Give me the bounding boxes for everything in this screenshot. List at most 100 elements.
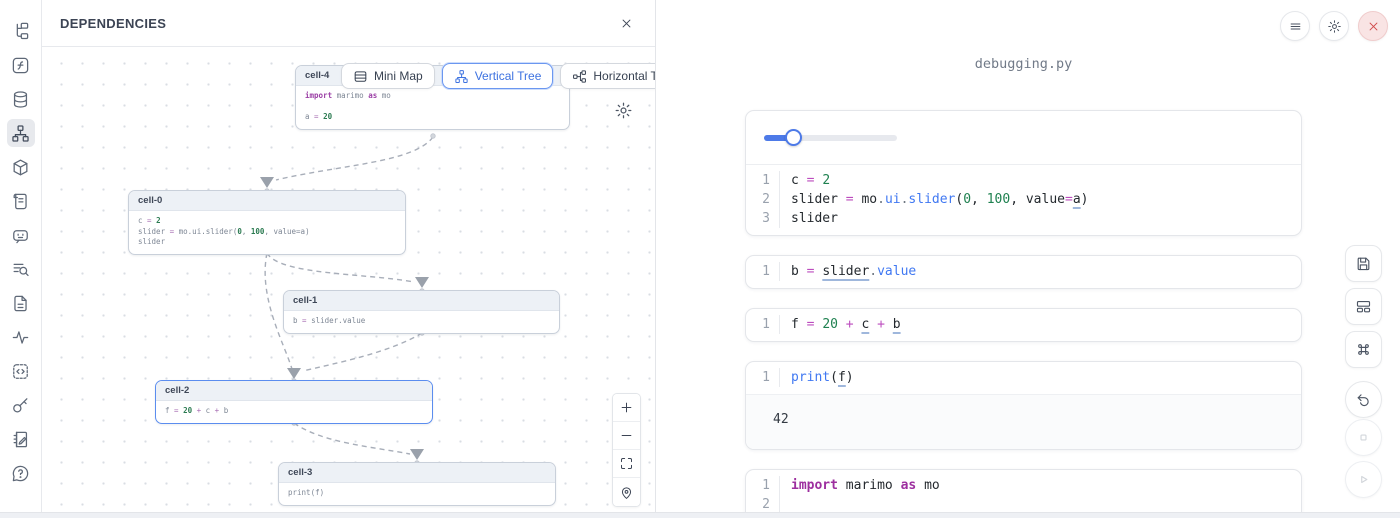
line-numbers: 1 bbox=[746, 262, 780, 281]
secrets-icon bbox=[11, 396, 30, 415]
play-icon bbox=[1355, 471, 1372, 488]
icon-sidebar bbox=[0, 0, 42, 518]
code-lines: c = 2slider = mo.ui.slider(0, 100, value… bbox=[780, 171, 1088, 228]
sidebar-item-scratchpad[interactable] bbox=[7, 425, 35, 453]
undo-icon bbox=[1355, 391, 1372, 408]
close-panel-button[interactable] bbox=[615, 12, 637, 34]
slider-thumb[interactable] bbox=[785, 129, 802, 146]
notebook-filename: debugging.py bbox=[745, 56, 1302, 72]
plus-icon bbox=[619, 400, 634, 415]
gear-icon bbox=[1327, 19, 1342, 34]
horizontal-tree-button[interactable]: Horizontal Tree bbox=[560, 63, 655, 89]
settings-button[interactable] bbox=[1319, 11, 1349, 41]
horizontal-tree-label: Horizontal Tree bbox=[593, 69, 655, 83]
minimap-button[interactable]: Mini Map bbox=[341, 63, 435, 89]
sidebar-item-datasources[interactable] bbox=[7, 85, 35, 113]
minimap-label: Mini Map bbox=[374, 69, 423, 83]
layout-button[interactable] bbox=[1345, 288, 1382, 325]
node-code: print(f) bbox=[279, 483, 555, 505]
line-numbers: 12 bbox=[746, 476, 780, 514]
node-code: c = 2slider = mo.ui.slider(0, 100, value… bbox=[129, 211, 405, 254]
gear-icon bbox=[614, 101, 634, 120]
slider[interactable] bbox=[764, 135, 897, 141]
sidebar-item-secrets[interactable] bbox=[7, 391, 35, 419]
marimo-app: DEPENDENCIES bbox=[0, 0, 1400, 518]
cell-output-text: 42 bbox=[746, 394, 1301, 449]
sidebar-item-help[interactable] bbox=[7, 459, 35, 487]
tracing-icon bbox=[11, 328, 30, 347]
dependency-graph-canvas[interactable]: cell-4import marimo as mo a = 20cell-0c … bbox=[42, 47, 655, 512]
scratchpad-icon bbox=[11, 430, 30, 449]
code-editor[interactable]: 12import marimo as mo bbox=[746, 470, 1301, 518]
line-numbers: 1 bbox=[746, 315, 780, 334]
fit-view-button[interactable] bbox=[613, 450, 640, 478]
keyboard-shortcuts-button[interactable] bbox=[1345, 331, 1382, 368]
dependencies-panel: DEPENDENCIES bbox=[42, 0, 656, 518]
horizontal-scrollbar[interactable] bbox=[0, 512, 1400, 518]
graph-node-cell-2[interactable]: cell-2f = 20 + c + b bbox=[155, 380, 433, 424]
graph-node-cell-0[interactable]: cell-0c = 2slider = mo.ui.slider(0, 100,… bbox=[128, 190, 406, 255]
function-editor-icon bbox=[11, 56, 30, 75]
map-pin-icon bbox=[619, 485, 634, 500]
code-editor[interactable]: 123c = 2slider = mo.ui.slider(0, 100, va… bbox=[746, 165, 1301, 235]
edge-cell-2-to-cell-3 bbox=[294, 423, 410, 454]
graph-node-cell-3[interactable]: cell-3print(f) bbox=[278, 462, 556, 506]
notebook-cell: 1b = slider.value bbox=[745, 255, 1302, 289]
close-icon bbox=[619, 16, 634, 31]
code-editor[interactable]: 1f = 20 + c + b bbox=[746, 309, 1301, 341]
sidebar-item-tracing[interactable] bbox=[7, 323, 35, 351]
line-numbers: 1 bbox=[746, 368, 780, 387]
arrowhead bbox=[260, 177, 274, 188]
logs-search-icon bbox=[11, 260, 30, 279]
sidebar-item-code-output[interactable] bbox=[7, 357, 35, 385]
graph-settings-button[interactable] bbox=[614, 101, 634, 121]
code-editor[interactable]: 1b = slider.value bbox=[746, 256, 1301, 288]
vertical-tree-button[interactable]: Vertical Tree bbox=[442, 63, 554, 89]
hamburger-menu-icon bbox=[1288, 19, 1303, 34]
sidebar-item-function-editor[interactable] bbox=[7, 51, 35, 79]
node-title: cell-3 bbox=[279, 463, 555, 483]
cell-output-area bbox=[746, 111, 1301, 165]
node-title: cell-2 bbox=[156, 381, 432, 401]
help-icon bbox=[11, 464, 30, 483]
layout-icon bbox=[1355, 298, 1372, 315]
code-output-icon bbox=[11, 362, 30, 381]
notebook-cells: 123c = 2slider = mo.ui.slider(0, 100, va… bbox=[745, 110, 1302, 518]
node-code: b = slider.value bbox=[284, 311, 559, 333]
graph-node-cell-1[interactable]: cell-1b = slider.value bbox=[283, 290, 560, 334]
sidebar-item-logs-search[interactable] bbox=[7, 255, 35, 283]
arrowhead bbox=[410, 449, 424, 460]
vertical-tree-icon bbox=[454, 69, 469, 84]
line-numbers: 123 bbox=[746, 171, 780, 228]
code-lines: f = 20 + c + b bbox=[780, 315, 901, 334]
edge-cell-4-to-cell-0 bbox=[276, 137, 433, 180]
zoom-out-button[interactable] bbox=[613, 422, 640, 450]
save-button[interactable] bbox=[1345, 245, 1382, 282]
interrupt-button[interactable] bbox=[1345, 419, 1382, 456]
zoom-in-button[interactable] bbox=[613, 394, 640, 422]
edge-cell-1-to-cell-2 bbox=[303, 333, 422, 371]
code-editor[interactable]: 1print(f) bbox=[746, 362, 1301, 394]
documentation-icon bbox=[11, 192, 30, 211]
center-view-button[interactable] bbox=[613, 478, 640, 506]
sidebar-item-chat-assistant[interactable] bbox=[7, 221, 35, 249]
undo-button[interactable] bbox=[1345, 381, 1382, 418]
snippets-icon bbox=[11, 294, 30, 313]
arrowhead bbox=[415, 277, 429, 288]
sidebar-item-documentation[interactable] bbox=[7, 187, 35, 215]
menu-button[interactable] bbox=[1280, 11, 1310, 41]
sidebar-item-dependencies[interactable] bbox=[7, 119, 35, 147]
vertical-tree-label: Vertical Tree bbox=[475, 69, 542, 83]
node-code: f = 20 + c + b bbox=[156, 401, 432, 423]
sidebar-item-snippets[interactable] bbox=[7, 289, 35, 317]
zoom-controls bbox=[612, 393, 641, 507]
edge-port bbox=[431, 134, 435, 138]
sidebar-item-packages[interactable] bbox=[7, 153, 35, 181]
command-icon bbox=[1355, 341, 1372, 358]
notebook-cell: 1f = 20 + c + b bbox=[745, 308, 1302, 342]
shutdown-button[interactable] bbox=[1358, 11, 1388, 41]
arrowhead bbox=[287, 368, 301, 379]
run-button[interactable] bbox=[1345, 461, 1382, 498]
dependencies-icon bbox=[11, 124, 30, 143]
sidebar-item-file-tree[interactable] bbox=[7, 17, 35, 45]
